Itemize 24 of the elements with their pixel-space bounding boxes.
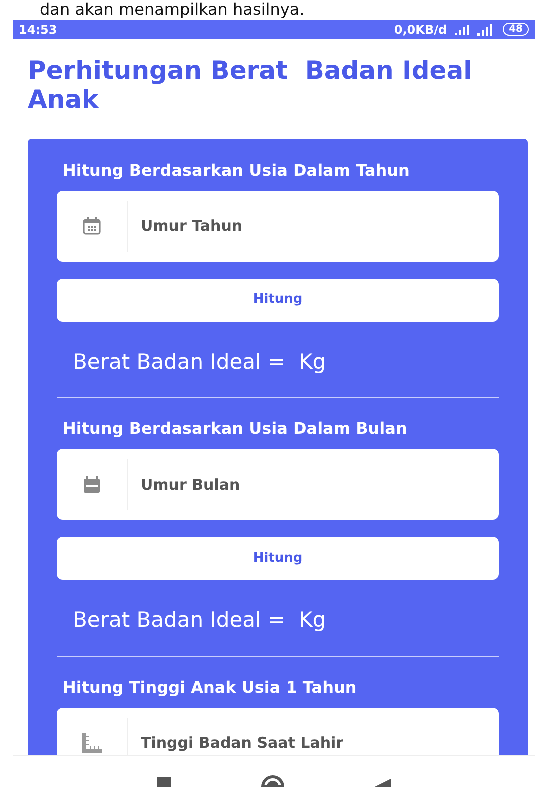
result-text: Berat Badan Ideal = Kg: [73, 607, 328, 634]
input-field[interactable]: Umur Tahun: [128, 213, 499, 239]
input-field[interactable]: Umur Tahun: [57, 190, 499, 262]
calendar-icon: [83, 476, 101, 493]
home-icon[interactable]: [261, 775, 285, 787]
result-text: Berat Badan Ideal = Kg: [73, 348, 328, 376]
back-icon[interactable]: [375, 777, 391, 787]
signal-icon: [455, 24, 470, 34]
section-heading: Hitung Berdasarkan Usia Dalam Bulan: [63, 418, 408, 440]
section-heading: Hitung Berdasarkan Usia Dalam Tahun: [63, 160, 411, 182]
network-speed: 0,0KB/d: [394, 22, 448, 38]
ruler-icon: [82, 733, 102, 753]
hitung-button[interactable]: Hitung: [57, 278, 499, 322]
section-heading: Hitung Tinggi Anak Usia 1 Tahun: [63, 676, 358, 698]
battery-level: 48: [503, 23, 529, 36]
input-field[interactable]: Umur Bulan: [57, 449, 499, 520]
hitung-button[interactable]: Hitung: [57, 537, 499, 580]
status-time: 14:53: [19, 22, 58, 38]
input-field[interactable]: Umur Bulan: [128, 472, 499, 498]
caption-text: dan akan menampilkan hasilnya.: [39, 0, 306, 20]
calendar-icon: [83, 217, 101, 235]
input-field[interactable]: Tinggi Badan Saat Lahir: [57, 708, 499, 755]
input-field[interactable]: Tinggi Badan Saat Lahir: [128, 730, 499, 755]
page-title: Perhitungan Berat Badan Ideal Anak: [27, 55, 474, 114]
